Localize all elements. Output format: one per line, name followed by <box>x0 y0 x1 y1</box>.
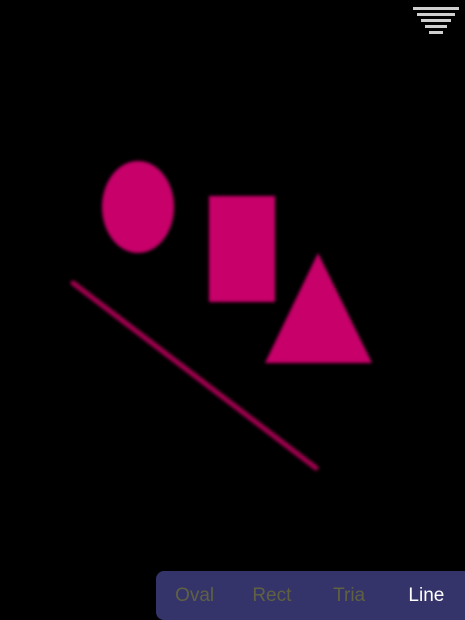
triangle-shape[interactable] <box>265 253 372 363</box>
shape-tab-bar: Oval Rect Tria Line <box>156 571 465 620</box>
oval-shape[interactable] <box>102 161 174 253</box>
tab-tria[interactable]: Tria <box>311 571 388 620</box>
tab-oval[interactable]: Oval <box>156 571 233 620</box>
menu-button[interactable] <box>413 6 459 38</box>
tab-line[interactable]: Line <box>388 571 465 620</box>
tab-rect[interactable]: Rect <box>233 571 310 620</box>
hamburger-stack-icon <box>413 7 459 34</box>
drawing-canvas[interactable] <box>0 0 465 620</box>
rectangle-shape[interactable] <box>209 196 275 302</box>
line-shape[interactable] <box>70 280 319 471</box>
